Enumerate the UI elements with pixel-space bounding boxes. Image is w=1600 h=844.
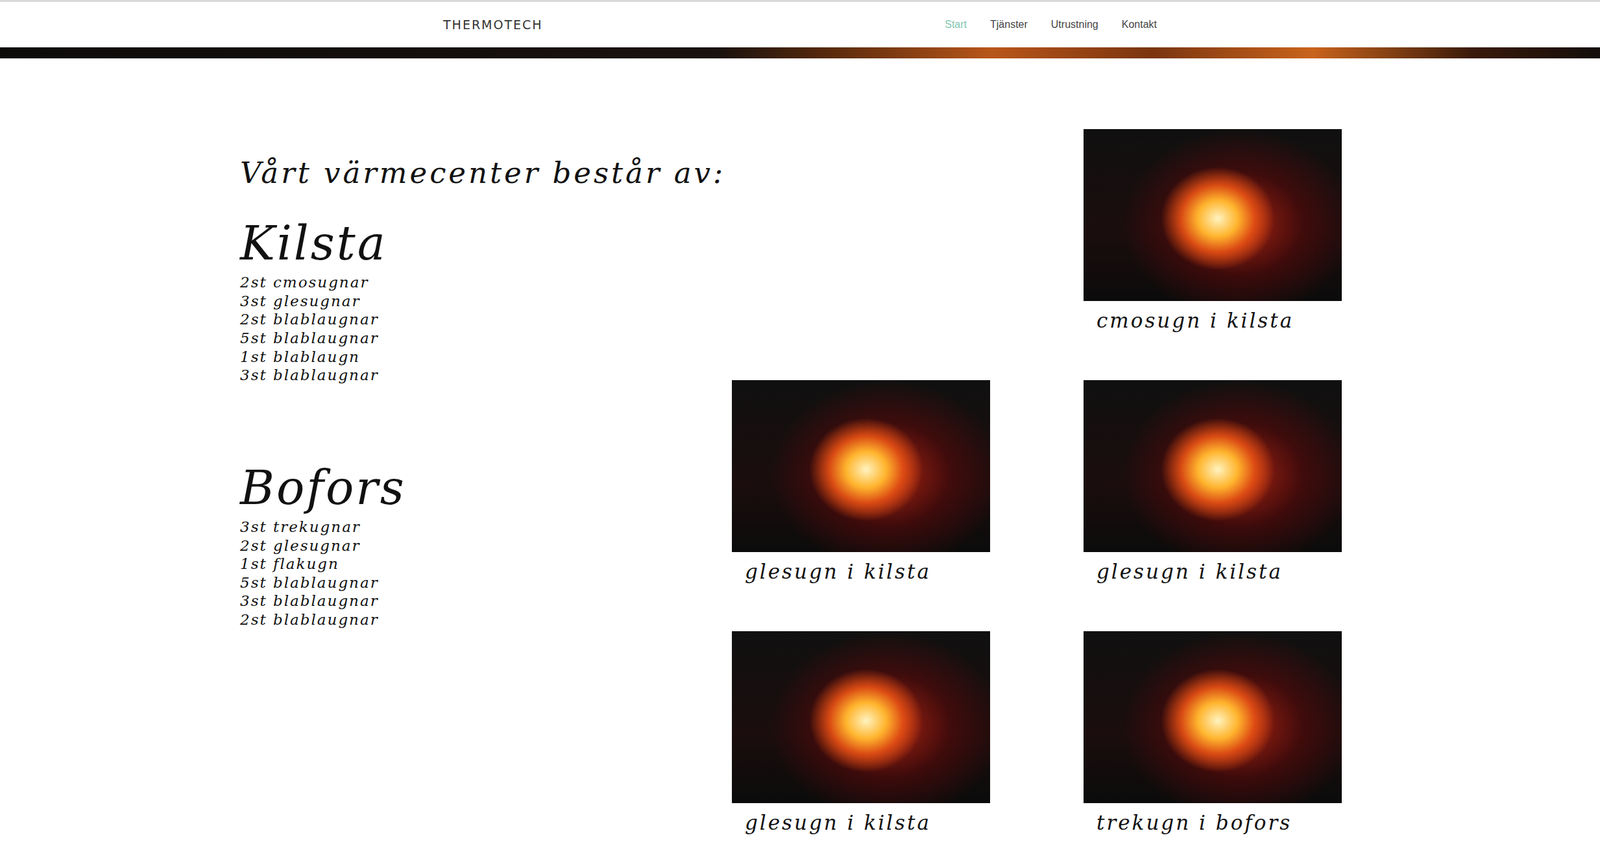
- brand-logo[interactable]: THERMOTECH: [443, 15, 544, 35]
- site-equipment-list: 2st cmosugnar3st glesugnar2st blablaugna…: [240, 273, 732, 385]
- equipment-section: Vårt värmecenter består av:Kilsta2st cmo…: [240, 58, 732, 836]
- site-equipment-list: 3st trekugnar2st glesugnar1st flakugn5st…: [240, 517, 732, 630]
- furnace-photo[interactable]: [1083, 380, 1342, 553]
- nav-link[interactable]: Tjänster: [990, 16, 1028, 33]
- furnace-photo[interactable]: [731, 631, 991, 804]
- equipment-item: 3st blablaugnar: [240, 591, 732, 611]
- gallery-item: glesugn i kilsta: [731, 631, 991, 836]
- nav-link[interactable]: Utrustning: [1051, 16, 1099, 33]
- site-block: Kilsta2st cmosugnar3st glesugnar2st blab…: [240, 218, 732, 385]
- nav-link[interactable]: Start: [944, 16, 967, 33]
- header-banner-image: [0, 47, 1600, 59]
- section-heading: Vårt värmecenter består av:: [240, 155, 732, 191]
- photo-gallery: cmosugn i kilsta glesugn i kilsta glesugn …: [731, 58, 1342, 836]
- gallery-caption: glesugn i kilsta: [731, 803, 991, 836]
- equipment-item: 2st glesugnar: [240, 536, 732, 556]
- equipment-item: 1st flakugn: [240, 554, 732, 574]
- equipment-item: 5st blablaugnar: [240, 573, 732, 593]
- gallery-caption: glesugn i kilsta: [731, 552, 991, 585]
- top-navbar: THERMOTECH Start Tjänster Utrustning Kontakt: [0, 0, 1600, 48]
- equipment-item: 2st cmosugnar: [240, 273, 732, 292]
- furnace-photo[interactable]: [731, 380, 991, 553]
- nav-links: Start Tjänster Utrustning Kontakt: [944, 16, 1157, 33]
- gallery-caption: cmosugn i kilsta: [1083, 301, 1342, 334]
- site-name: Bofors: [240, 462, 732, 514]
- navbar-inner: THERMOTECH Start Tjänster Utrustning Kontakt: [443, 1, 1157, 48]
- equipment-item: 3st glesugnar: [240, 291, 732, 311]
- gallery-caption: glesugn i kilsta: [1083, 552, 1342, 585]
- gallery-caption: trekugn i bofors: [1083, 803, 1342, 836]
- gallery-item: glesugn i kilsta: [731, 380, 991, 585]
- gallery-item: trekugn i bofors: [1083, 631, 1342, 836]
- equipment-item: 3st trekugnar: [240, 517, 732, 537]
- equipment-item: 1st blablaugn: [240, 347, 732, 367]
- furnace-photo[interactable]: [1083, 129, 1342, 302]
- equipment-item: 3st blablaugnar: [240, 365, 732, 385]
- gallery-item: cmosugn i kilsta: [1083, 129, 1342, 334]
- site-name: Kilsta: [240, 218, 732, 270]
- equipment-item: 5st blablaugnar: [240, 328, 732, 348]
- gallery-item: glesugn i kilsta: [1083, 380, 1342, 585]
- nav-link[interactable]: Kontakt: [1121, 16, 1157, 33]
- main-content: Vårt värmecenter består av:Kilsta2st cmo…: [0, 58, 1600, 836]
- equipment-item: 2st blablaugnar: [240, 310, 732, 329]
- equipment-item: 2st blablaugnar: [240, 610, 732, 630]
- site-block: Bofors3st trekugnar2st glesugnar1st flak…: [240, 462, 732, 630]
- furnace-photo[interactable]: [1083, 631, 1342, 804]
